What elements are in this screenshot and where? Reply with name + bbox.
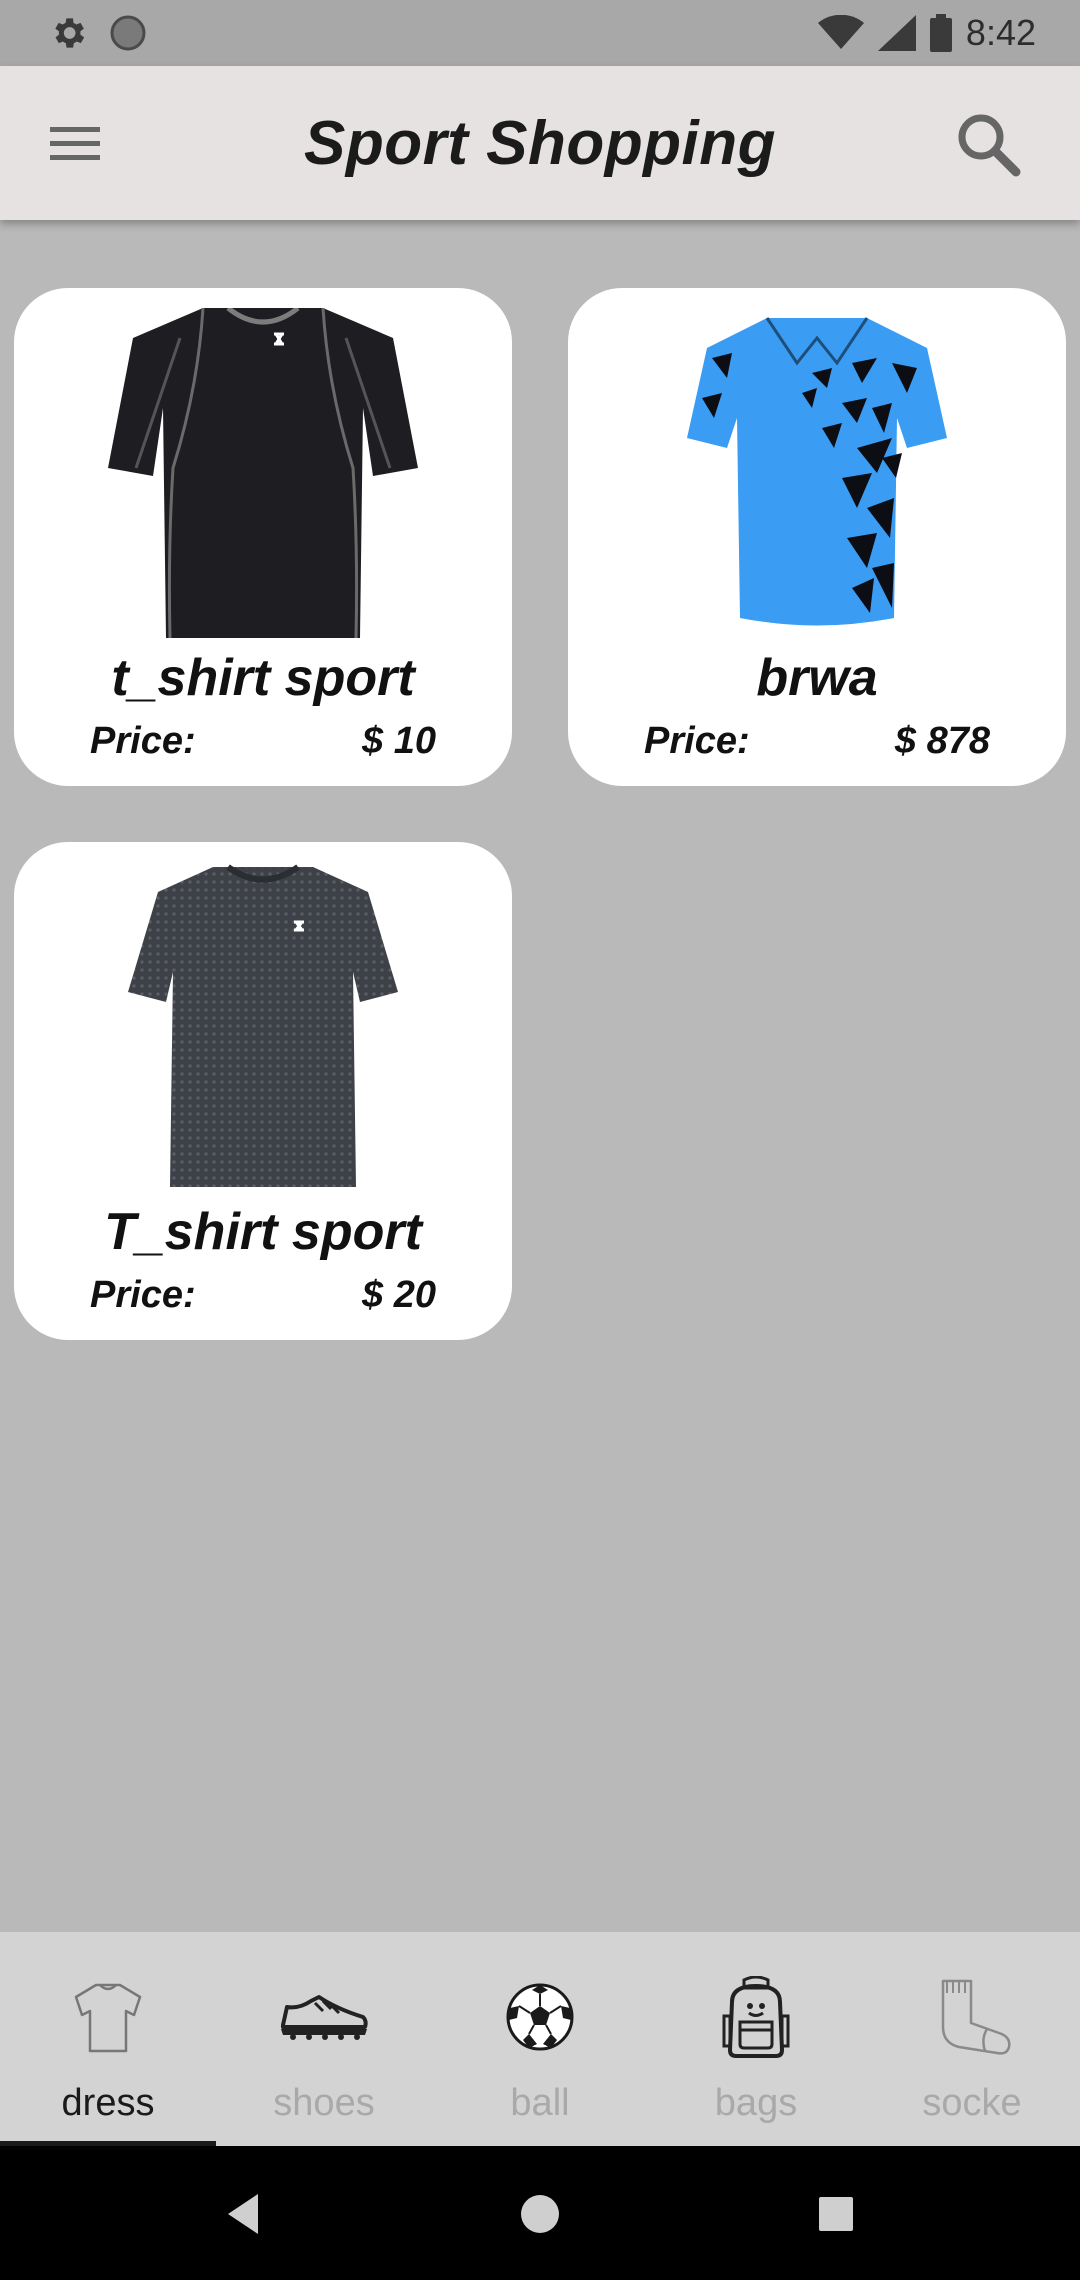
product-image <box>14 308 512 638</box>
nav-item-ball[interactable]: ball <box>432 1932 648 2146</box>
sneaker-icon <box>279 1972 369 2062</box>
settings-icon <box>55 18 85 48</box>
product-name: T_shirt sport <box>104 1203 422 1261</box>
product-image <box>14 862 512 1192</box>
nav-item-socke[interactable]: socke <box>864 1932 1080 2146</box>
product-card[interactable]: t_shirt sport Price: $ 10 <box>14 288 512 786</box>
product-name: brwa <box>756 649 878 707</box>
product-image <box>568 308 1066 638</box>
nav-label: bags <box>714 2082 798 2124</box>
menu-icon <box>50 127 100 160</box>
nav-label: dress <box>61 2082 155 2124</box>
nav-item-shoes[interactable]: shoes <box>216 1932 432 2146</box>
product-card[interactable]: brwa Price: $ 878 <box>568 288 1066 786</box>
status-right: 8:42 <box>817 12 1036 54</box>
product-price: $ 20 <box>362 1274 436 1316</box>
recents-icon[interactable] <box>806 2184 866 2244</box>
system-nav-bar <box>0 2146 1080 2280</box>
page-title: Sport Shopping <box>304 108 776 178</box>
blue-polo-shirt-image <box>687 317 947 626</box>
status-time: 8:42 <box>965 12 1036 53</box>
backpack-icon <box>711 1972 801 2062</box>
price-label: Price: <box>90 720 196 762</box>
tshirt-icon <box>63 1972 153 2062</box>
price-label: Price: <box>90 1274 196 1316</box>
product-card[interactable]: T_shirt sport Price: $ 20 <box>14 842 512 1340</box>
product-price: $ 878 <box>894 720 990 762</box>
nav-item-bags[interactable]: bags <box>648 1932 864 2146</box>
soccer-ball-icon <box>495 1972 585 2062</box>
nav-label: shoes <box>273 2082 375 2124</box>
signal-icon <box>877 15 916 51</box>
app-bar: Sport Shopping <box>0 66 1080 220</box>
nav-label: socke <box>922 2082 1022 2124</box>
wifi-icon <box>817 15 864 49</box>
battery-icon <box>929 14 952 52</box>
back-icon[interactable] <box>214 2184 274 2244</box>
bottom-nav: dress shoes ball bags socke <box>0 1932 1080 2146</box>
price-label: Price: <box>644 720 750 762</box>
menu-button[interactable] <box>46 119 106 167</box>
home-icon[interactable] <box>510 2184 570 2244</box>
sock-icon <box>927 1972 1017 2062</box>
nav-label: ball <box>510 2082 570 2124</box>
status-left <box>48 13 148 53</box>
nav-item-dress[interactable]: dress <box>0 1932 216 2146</box>
loading-icon <box>110 15 146 51</box>
search-button[interactable] <box>954 110 1024 180</box>
search-icon <box>958 114 1021 177</box>
black-compression-tshirt-image <box>108 308 418 638</box>
gray-tshirt-image <box>128 864 398 1187</box>
status-bar: 8:42 <box>0 0 1080 66</box>
product-name: t_shirt sport <box>111 649 415 707</box>
product-price: $ 10 <box>362 720 436 762</box>
